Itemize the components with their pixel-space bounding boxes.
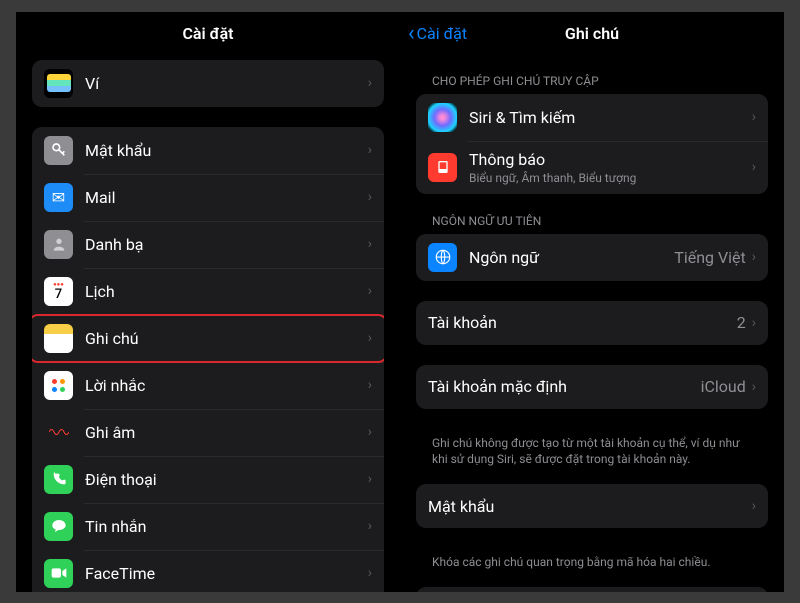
settings-row-mail[interactable]: ✉ Mail › [32, 174, 384, 221]
header: Cài đặt [16, 12, 400, 56]
settings-row-calendar[interactable]: ●●● 7 Lịch › [32, 268, 384, 315]
reminders-icon [44, 371, 73, 400]
row-label: Tin nhắn [85, 517, 368, 536]
settings-row-contacts[interactable]: Danh bạ › [32, 221, 384, 268]
chevron-right-icon: › [752, 109, 756, 125]
chevron-right-icon: › [368, 330, 372, 346]
notes-settings-screen: ‹ Cài đặt Ghi chú CHO PHÉP GHI CHÚ TRUY … [400, 12, 784, 592]
section-footer: Khóa các ghi chú quan trọng bằng mã hóa … [416, 548, 768, 587]
row-label: Lịch [85, 282, 368, 301]
row-label: Ngôn ngữ [469, 248, 674, 267]
settings-group: Mật khẩu › [416, 484, 768, 528]
mail-icon: ✉ [44, 183, 73, 212]
back-label: Cài đặt [417, 24, 467, 43]
chevron-right-icon: › [368, 189, 372, 205]
settings-row-reminders[interactable]: Lời nhắc › [32, 362, 384, 409]
row-label: FaceTime [85, 564, 368, 583]
wallet-icon [44, 69, 73, 98]
row-label: Điện thoại [85, 470, 368, 489]
row-label: Thông báo [469, 150, 752, 169]
row-value: Tiếng Việt [674, 248, 746, 267]
settings-row-notifications[interactable]: Thông báo Biểu ngữ, Âm thanh, Biểu tượng… [416, 141, 768, 194]
contacts-icon [44, 230, 73, 259]
chevron-left-icon: ‹ [408, 23, 415, 45]
chevron-right-icon: › [368, 142, 372, 158]
settings-row-wallet[interactable]: Ví › [32, 60, 384, 107]
settings-row-facetime[interactable]: FaceTime › [32, 550, 384, 592]
settings-group: Siri & Tìm kiếm › Thông báo Biểu ngữ, Âm… [416, 94, 768, 194]
siri-icon [428, 103, 457, 132]
key-icon [44, 136, 73, 165]
settings-row-accounts[interactable]: Tài khoản 2 › [416, 301, 768, 345]
section-footer: Ghi chú không được tạo từ một tài khoản … [416, 429, 768, 485]
settings-row-voicememos[interactable]: Ghi âm › [32, 409, 384, 456]
header: ‹ Cài đặt Ghi chú [400, 12, 784, 56]
page-title: Ghi chú [565, 24, 619, 43]
chevron-right-icon: › [368, 377, 372, 393]
chevron-right-icon: › [752, 379, 756, 395]
chevron-right-icon: › [752, 159, 756, 175]
settings-row-notes[interactable]: Ghi chú › [32, 315, 384, 362]
globe-icon [428, 243, 457, 272]
settings-row-default-account[interactable]: Tài khoản mặc định iCloud › [416, 365, 768, 409]
phone-icon [44, 465, 73, 494]
settings-row-messages[interactable]: Tin nhắn › [32, 503, 384, 550]
row-label: Ví [85, 74, 368, 93]
chevron-right-icon: › [752, 249, 756, 265]
chevron-right-icon: › [368, 565, 372, 581]
row-label: Ghi âm [85, 423, 368, 442]
settings-row-language[interactable]: Ngôn ngữ Tiếng Việt › [416, 234, 768, 281]
section-header: CHO PHÉP GHI CHÚ TRUY CẬP [416, 74, 768, 94]
chevron-right-icon: › [368, 236, 372, 252]
chevron-right-icon: › [368, 283, 372, 299]
settings-group: Tài khoản 2 › [416, 301, 768, 345]
settings-row-password[interactable]: Mật khẩu › [416, 484, 768, 528]
voicememo-icon [44, 418, 73, 447]
settings-group: Tài khoản "Trên iPhone" [416, 587, 768, 592]
settings-group: Ví › [32, 60, 384, 107]
row-label: Ghi chú [85, 329, 368, 348]
row-label: Lời nhắc [85, 376, 368, 395]
section-header: NGÔN NGỮ ƯU TIÊN [416, 214, 768, 234]
notification-icon [428, 153, 457, 182]
messages-icon [44, 512, 73, 541]
chevron-right-icon: › [752, 315, 756, 331]
chevron-right-icon: › [368, 424, 372, 440]
settings-group: Tài khoản mặc định iCloud › [416, 365, 768, 409]
row-subtitle: Biểu ngữ, Âm thanh, Biểu tượng [469, 171, 752, 185]
back-button[interactable]: ‹ Cài đặt [408, 12, 467, 56]
chevron-right-icon: › [368, 471, 372, 487]
row-label: Tài khoản [428, 313, 737, 332]
settings-group: Mật khẩu › ✉ Mail › Danh bạ › [32, 127, 384, 592]
row-label: Siri & Tìm kiếm [469, 108, 752, 127]
chevron-right-icon: › [752, 498, 756, 514]
calendar-icon: ●●● 7 [44, 277, 73, 306]
page-title: Cài đặt [182, 24, 233, 43]
notes-icon [44, 324, 73, 353]
settings-row-siri[interactable]: Siri & Tìm kiếm › [416, 94, 768, 141]
row-label: Mật khẩu [85, 141, 368, 160]
settings-screen: Cài đặt Ví › Mật khẩu › [16, 12, 400, 592]
settings-row-passwords[interactable]: Mật khẩu › [32, 127, 384, 174]
row-value: iCloud [701, 377, 746, 396]
chevron-right-icon: › [368, 75, 372, 91]
row-label: Tài khoản mặc định [428, 377, 701, 396]
row-label: Danh bạ [85, 235, 368, 254]
row-value: 2 [737, 313, 746, 332]
settings-row-on-my-iphone[interactable]: Tài khoản "Trên iPhone" [416, 587, 768, 592]
facetime-icon [44, 559, 73, 588]
row-label: Mail [85, 188, 368, 207]
settings-row-phone[interactable]: Điện thoại › [32, 456, 384, 503]
settings-group: Ngôn ngữ Tiếng Việt › [416, 234, 768, 281]
chevron-right-icon: › [368, 518, 372, 534]
row-label: Mật khẩu [428, 497, 752, 516]
